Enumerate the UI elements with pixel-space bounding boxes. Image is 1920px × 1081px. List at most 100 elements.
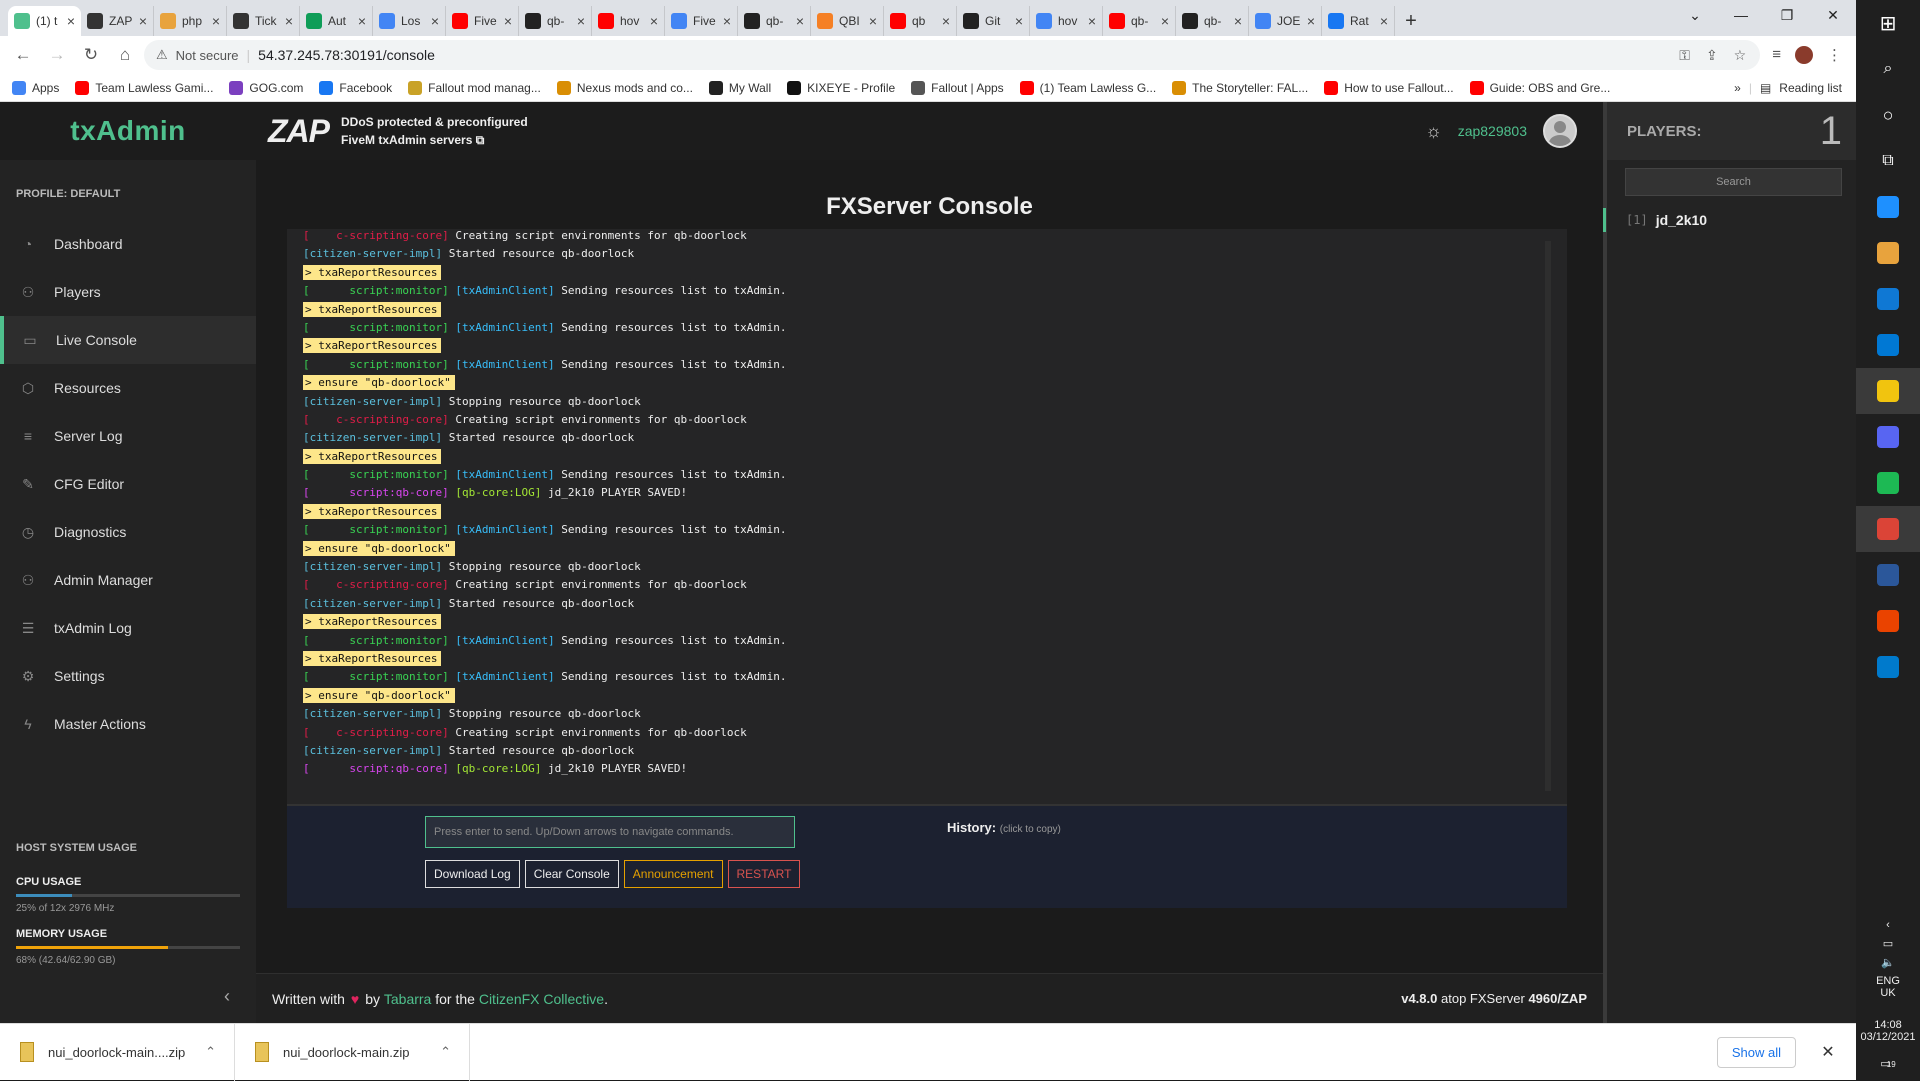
- browser-tab[interactable]: hov ×: [1030, 6, 1103, 36]
- share-icon[interactable]: ⇪: [1706, 47, 1718, 64]
- tab-close-icon[interactable]: ×: [1380, 13, 1388, 29]
- tab-close-icon[interactable]: ×: [1307, 13, 1315, 29]
- taskbar-app[interactable]: [1856, 184, 1920, 230]
- chevron-more-icon[interactable]: »: [1734, 81, 1741, 95]
- sidebar-item-diagnostics[interactable]: ◷ Diagnostics: [0, 508, 256, 556]
- tab-close-icon[interactable]: ×: [285, 13, 293, 29]
- author-link[interactable]: Tabarra: [384, 991, 431, 1007]
- new-tab-button[interactable]: +: [1395, 6, 1427, 36]
- bookmark-item[interactable]: Fallout mod manag...: [408, 80, 541, 95]
- close-downloads-icon[interactable]: ✕: [1808, 1042, 1848, 1062]
- sidebar-item-settings[interactable]: ⚙ Settings: [0, 652, 256, 700]
- bookmark-item[interactable]: How to use Fallout...: [1324, 80, 1454, 95]
- download-item[interactable]: nui_doorlock-main.zip ⌃: [235, 1023, 470, 1081]
- restore-button[interactable]: ❐: [1764, 0, 1810, 30]
- forward-button[interactable]: →: [42, 40, 72, 70]
- tab-close-icon[interactable]: ×: [67, 13, 75, 29]
- browser-tab[interactable]: Five ×: [665, 6, 738, 36]
- taskbar-app[interactable]: [1856, 414, 1920, 460]
- clock-date[interactable]: 03/12/2021: [1860, 1031, 1915, 1043]
- bookmark-star-icon[interactable]: ☆: [1734, 47, 1747, 64]
- url-field[interactable]: ⚠ Not secure | 54.37.245.78:30191/consol…: [144, 40, 1761, 70]
- username[interactable]: zap829803: [1458, 123, 1527, 139]
- menu-icon[interactable]: ⋮: [1827, 46, 1842, 64]
- tab-close-icon[interactable]: ×: [1234, 13, 1242, 29]
- reading-list-button[interactable]: » | ▤ Reading list: [1734, 81, 1856, 95]
- show-all-button[interactable]: Show all: [1716, 1036, 1796, 1068]
- sidebar-item-server-log[interactable]: ≡ Server Log: [0, 412, 256, 460]
- download-item[interactable]: nui_doorlock-main....zip ⌃: [0, 1023, 235, 1081]
- zap-banner[interactable]: ZAP DDoS protected & preconfigured FiveM…: [256, 113, 528, 150]
- browser-tab[interactable]: Git ×: [957, 6, 1030, 36]
- bookmark-item[interactable]: Facebook: [319, 80, 392, 95]
- tab-close-icon[interactable]: ×: [869, 13, 877, 29]
- media-icon[interactable]: ≡: [1772, 46, 1781, 64]
- task-view-button[interactable]: ⧉: [1856, 138, 1920, 184]
- txadmin-logo[interactable]: txAdmin: [0, 102, 256, 160]
- tab-close-icon[interactable]: ×: [796, 13, 804, 29]
- bookmark-item[interactable]: Fallout | Apps: [911, 80, 1004, 95]
- collapse-sidebar-icon[interactable]: ‹: [224, 986, 230, 1007]
- close-window-button[interactable]: ✕: [1810, 0, 1856, 30]
- tab-close-icon[interactable]: ×: [942, 13, 950, 29]
- browser-tab[interactable]: JOE ×: [1249, 6, 1322, 36]
- browser-tab[interactable]: Tick ×: [227, 6, 300, 36]
- search-button[interactable]: ⌕: [1856, 46, 1920, 92]
- browser-tab[interactable]: qb- ×: [1103, 6, 1176, 36]
- sidebar-item-resources[interactable]: ⬡ Resources: [0, 364, 256, 412]
- browser-tab[interactable]: qb- ×: [519, 6, 592, 36]
- sidebar-item-master-actions[interactable]: ϟ Master Actions: [0, 700, 256, 748]
- notification-icon[interactable]: ▭19: [1880, 1057, 1895, 1070]
- taskbar-app[interactable]: [1856, 230, 1920, 276]
- tab-close-icon[interactable]: ×: [577, 13, 585, 29]
- taskbar-app[interactable]: [1856, 644, 1920, 690]
- browser-tab[interactable]: Los ×: [373, 6, 446, 36]
- chevron-up-icon[interactable]: ⌃: [440, 1044, 469, 1060]
- profile-avatar[interactable]: [1795, 46, 1813, 64]
- home-button[interactable]: ⌂: [110, 40, 140, 70]
- bookmark-item[interactable]: The Storyteller: FAL...: [1172, 80, 1308, 95]
- tab-close-icon[interactable]: ×: [431, 13, 439, 29]
- browser-tab[interactable]: php ×: [154, 6, 227, 36]
- bookmark-item[interactable]: GOG.com: [229, 80, 303, 95]
- sidebar-item-cfg-editor[interactable]: ✎ CFG Editor: [0, 460, 256, 508]
- browser-tab[interactable]: qb- ×: [1176, 6, 1249, 36]
- tab-close-icon[interactable]: ×: [1015, 13, 1023, 29]
- browser-tab[interactable]: Rat ×: [1322, 6, 1395, 36]
- tab-close-icon[interactable]: ×: [1088, 13, 1096, 29]
- tab-close-icon[interactable]: ×: [358, 13, 366, 29]
- sidebar-item-admin-manager[interactable]: ⚇ Admin Manager: [0, 556, 256, 604]
- bookmark-item[interactable]: Nexus mods and co...: [556, 80, 693, 95]
- clear-console-button[interactable]: Clear Console: [524, 860, 619, 888]
- restart-button[interactable]: RESTART: [727, 860, 801, 888]
- clock-time[interactable]: 14:08: [1874, 1019, 1902, 1031]
- sidebar-item-players[interactable]: ⚇ Players: [0, 268, 256, 316]
- tab-close-icon[interactable]: ×: [212, 13, 220, 29]
- tab-close-icon[interactable]: ×: [139, 13, 147, 29]
- tab-close-icon[interactable]: ×: [1161, 13, 1169, 29]
- lang-2[interactable]: UK: [1880, 987, 1895, 999]
- bookmark-item[interactable]: KIXEYE - Profile: [787, 80, 895, 95]
- taskbar-app[interactable]: [1856, 368, 1920, 414]
- sidebar-item-live-console[interactable]: ▭ Live Console: [0, 316, 256, 364]
- history-panel[interactable]: History: (click to copy): [947, 820, 1061, 835]
- key-icon[interactable]: ⚿: [1679, 47, 1690, 64]
- bookmark-item[interactable]: (1) Team Lawless G...: [1019, 80, 1156, 95]
- bookmark-item[interactable]: Apps: [12, 80, 59, 95]
- tab-search-icon[interactable]: ⌄: [1672, 0, 1718, 30]
- volume-icon[interactable]: 🔈: [1881, 956, 1895, 969]
- network-icon[interactable]: ▭: [1883, 937, 1893, 950]
- tab-close-icon[interactable]: ×: [723, 13, 731, 29]
- browser-tab[interactable]: qb- ×: [738, 6, 811, 36]
- taskbar-app[interactable]: [1856, 460, 1920, 506]
- browser-tab[interactable]: Aut ×: [300, 6, 373, 36]
- taskbar-app[interactable]: [1856, 598, 1920, 644]
- command-input[interactable]: Press enter to send. Up/Down arrows to n…: [425, 816, 795, 848]
- taskbar-app[interactable]: [1856, 322, 1920, 368]
- theme-toggle-icon[interactable]: ☼: [1425, 121, 1442, 142]
- taskbar-app[interactable]: [1856, 552, 1920, 598]
- browser-tab[interactable]: ZAP ×: [81, 6, 154, 36]
- avatar[interactable]: [1543, 114, 1577, 148]
- player-search-input[interactable]: Search: [1625, 168, 1842, 196]
- download-log-button[interactable]: Download Log: [425, 860, 520, 888]
